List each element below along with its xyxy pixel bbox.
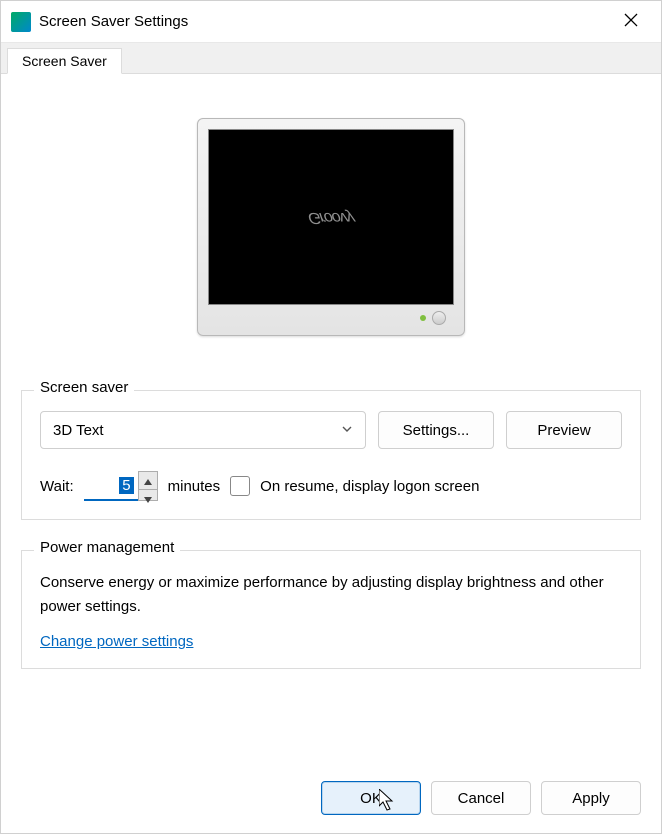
- monitor-base: [208, 305, 454, 331]
- wait-unit: minutes: [168, 478, 221, 495]
- tab-screen-saver[interactable]: Screen Saver: [7, 48, 122, 74]
- window-title: Screen Saver Settings: [39, 13, 609, 30]
- wait-value-display[interactable]: 5: [84, 471, 138, 501]
- spinner-up-button[interactable]: [139, 472, 157, 490]
- resume-label: On resume, display logon screen: [260, 478, 479, 495]
- screensaver-selected-value: 3D Text: [53, 422, 104, 439]
- wait-spinner[interactable]: 5: [84, 471, 158, 501]
- apply-button[interactable]: Apply: [541, 781, 641, 815]
- monitor-preview: Groovy: [197, 118, 465, 336]
- preview-screen: Groovy: [208, 129, 454, 305]
- power-group: Power management Conserve energy or maxi…: [21, 550, 641, 669]
- cancel-button[interactable]: Cancel: [431, 781, 531, 815]
- spinner-down-button[interactable]: [139, 490, 157, 507]
- chevron-down-icon: [341, 422, 353, 439]
- screensaver-legend: Screen saver: [34, 379, 134, 396]
- tabstrip: Screen Saver: [1, 43, 661, 74]
- screen-saver-settings-window: Screen Saver Settings Screen Saver Groov…: [0, 0, 662, 834]
- preview-button[interactable]: Preview: [506, 411, 622, 449]
- screensaver-select[interactable]: 3D Text: [40, 411, 366, 449]
- dialog-footer: OK Cancel Apply: [1, 765, 661, 833]
- power-description: Conserve energy or maximize performance …: [40, 571, 622, 619]
- tab-content: Groovy Screen saver 3D Text Settings... …: [1, 74, 661, 765]
- settings-button[interactable]: Settings...: [378, 411, 494, 449]
- preview-area: Groovy: [21, 92, 641, 354]
- monitor-led-icon: [420, 315, 426, 321]
- change-power-settings-link[interactable]: Change power settings: [40, 633, 193, 650]
- wait-value: 5: [119, 477, 133, 494]
- wait-label: Wait:: [40, 478, 74, 495]
- monitor-power-icon: [432, 311, 446, 325]
- caret-down-icon: [144, 490, 152, 507]
- preview-text: Groovy: [307, 208, 355, 226]
- ok-button[interactable]: OK: [321, 781, 421, 815]
- spinner-buttons: [138, 471, 158, 501]
- close-button[interactable]: [609, 6, 653, 38]
- power-legend: Power management: [34, 539, 180, 556]
- resume-checkbox[interactable]: [230, 476, 250, 496]
- titlebar: Screen Saver Settings: [1, 1, 661, 43]
- app-icon: [11, 12, 31, 32]
- close-icon: [624, 13, 638, 31]
- screensaver-group: Screen saver 3D Text Settings... Preview…: [21, 390, 641, 520]
- caret-up-icon: [144, 472, 152, 489]
